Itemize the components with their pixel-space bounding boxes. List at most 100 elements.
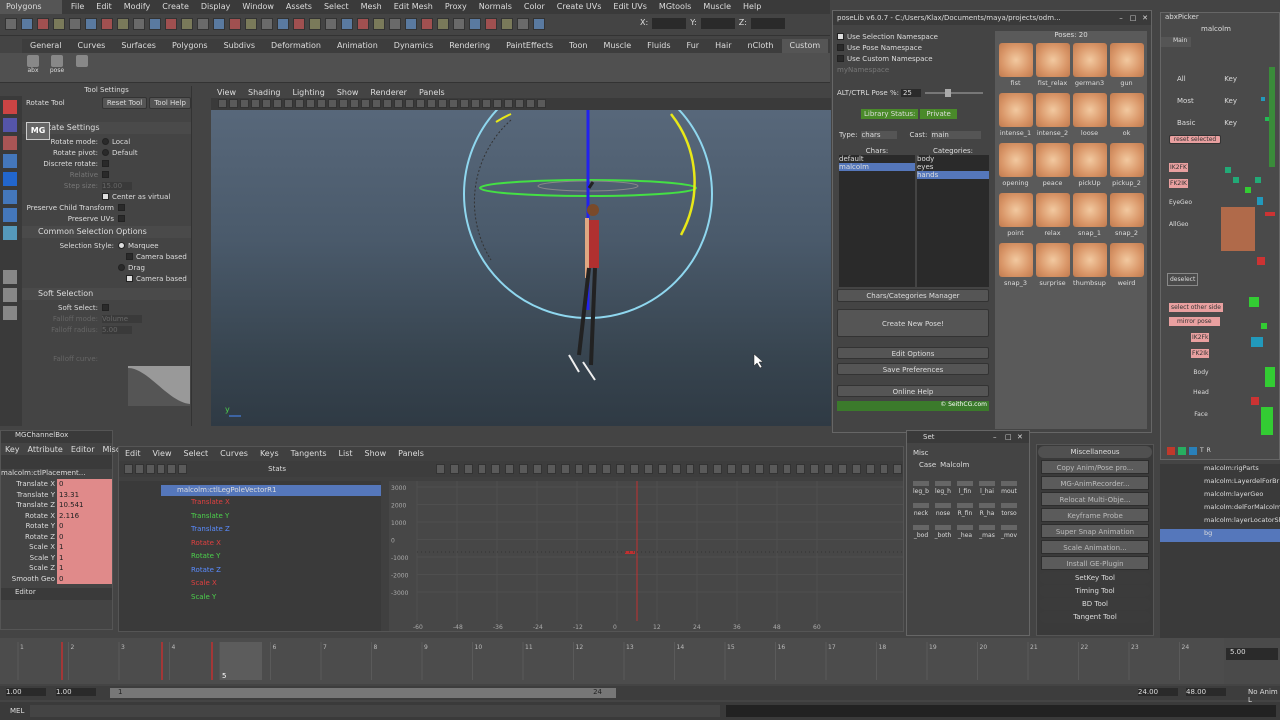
menu-item[interactable]: Create UVs <box>551 0 608 14</box>
channelbox-menu-item[interactable]: Attribute <box>24 443 67 455</box>
graph-tool-icon[interactable] <box>796 464 806 474</box>
graph-menu-item[interactable]: Curves <box>214 447 254 461</box>
graph-tool-icon[interactable] <box>178 464 188 474</box>
fk2ik-button[interactable]: FK2IK <box>1169 179 1188 188</box>
select-tool-icon[interactable] <box>3 100 17 114</box>
viewport-tool-icon[interactable] <box>295 99 304 108</box>
shelf-tab[interactable]: Surfaces <box>113 39 164 53</box>
graph-tool-icon[interactable] <box>740 464 750 474</box>
use-selection-ns-checkbox[interactable] <box>837 33 844 40</box>
edit-options-button[interactable]: Edit Options <box>837 347 989 359</box>
graph-tool-icon[interactable] <box>713 464 723 474</box>
viewport-tool-icon[interactable] <box>427 99 436 108</box>
shelf-tab[interactable]: General <box>22 39 70 53</box>
graph-menu-item[interactable]: View <box>147 447 178 461</box>
maximize-icon[interactable]: □ <box>1127 14 1139 22</box>
status-tool-icon[interactable] <box>229 18 241 30</box>
viewport-menu-item[interactable]: Panels <box>413 86 451 100</box>
menu-item[interactable]: Edit UVs <box>607 0 653 14</box>
misc-tool-button[interactable]: Super Snap Animation <box>1041 524 1149 538</box>
curve-item[interactable]: Scale Y <box>159 591 381 605</box>
channelbox-editor-section[interactable]: Editor <box>1 588 112 600</box>
falloff-radius-field[interactable]: 5.00 <box>102 325 132 334</box>
misc-tool-button[interactable]: Install GE-Plugin <box>1041 556 1149 570</box>
menu-item[interactable]: Help <box>737 0 767 14</box>
menu-item[interactable]: Create <box>156 0 195 14</box>
cat-item-eyes[interactable]: eyes <box>917 163 989 171</box>
pose-thumbnail[interactable]: point <box>997 193 1034 243</box>
status-tool-icon[interactable] <box>309 18 321 30</box>
viewport-tool-icon[interactable] <box>405 99 414 108</box>
layout-single-icon[interactable] <box>3 270 17 284</box>
channel-value[interactable]: 2.116 <box>57 510 112 521</box>
status-tool-icon[interactable] <box>341 18 353 30</box>
graph-menu-item[interactable]: Keys <box>254 447 285 461</box>
status-tool-icon[interactable] <box>469 18 481 30</box>
viewport-tool-icon[interactable] <box>526 99 535 108</box>
status-tool-icon[interactable] <box>69 18 81 30</box>
manip-tool-icon[interactable] <box>3 208 17 222</box>
radio-marquee[interactable] <box>118 242 125 249</box>
viewport-tool-icon[interactable] <box>460 99 469 108</box>
viewport-tool-icon[interactable] <box>229 99 238 108</box>
alt-pose-field[interactable]: 25 <box>900 89 921 97</box>
pose-thumbnail[interactable]: snap_1 <box>1071 193 1108 243</box>
current-time-field[interactable]: 5.00 <box>1226 648 1278 660</box>
graph-tool-icon[interactable] <box>167 464 177 474</box>
set-button[interactable]: R_ha <box>977 503 997 517</box>
pose-thumbnail[interactable]: snap_3 <box>997 243 1034 293</box>
set-button[interactable]: _bod <box>911 525 931 539</box>
graph-tool-icon[interactable] <box>491 464 501 474</box>
graph-tool-icon[interactable] <box>463 464 473 474</box>
viewport-tool-icon[interactable] <box>251 99 260 108</box>
channel-value[interactable]: 0 <box>57 531 112 542</box>
viewport-menu-item[interactable]: View <box>211 86 242 100</box>
set-button[interactable]: l_fin <box>955 481 975 495</box>
discrete-rotate-checkbox[interactable] <box>102 160 109 167</box>
status-tool-icon[interactable] <box>133 18 145 30</box>
set-button[interactable]: _hea <box>955 525 975 539</box>
set-button[interactable]: leg_h <box>933 481 953 495</box>
reset-tool-button[interactable]: Reset Tool <box>101 97 148 109</box>
color-swatch-red[interactable] <box>1167 447 1175 455</box>
graph-tool-icon[interactable] <box>851 464 861 474</box>
body-select-button[interactable]: Body <box>1189 369 1213 376</box>
status-tool-icon[interactable] <box>21 18 33 30</box>
set-button[interactable]: neck <box>911 503 931 517</box>
viewport-menu-item[interactable]: Shading <box>242 86 287 100</box>
graph-tool-icon[interactable] <box>616 464 626 474</box>
set-button[interactable]: R_fin <box>955 503 975 517</box>
graph-tool-icon[interactable] <box>630 464 639 474</box>
channelbox-menu-item[interactable]: Editor <box>67 443 99 455</box>
status-tool-icon[interactable] <box>501 18 513 30</box>
graph-tool-icon[interactable] <box>754 464 764 474</box>
channel-row[interactable]: Smooth Geo 0 <box>1 573 112 584</box>
channel-value[interactable]: 1 <box>57 563 112 574</box>
graph-menu-item[interactable]: Show <box>359 447 393 461</box>
shelf-tab[interactable]: nCloth <box>740 39 782 53</box>
channel-row[interactable]: Scale Z1 <box>1 563 112 574</box>
mirror-pose-button[interactable]: mirror pose <box>1169 317 1220 326</box>
graph-node-item[interactable]: malcolm:ctlLegPoleVectorR1 <box>161 485 381 496</box>
letter-t[interactable]: T <box>1200 447 1204 455</box>
graph-tool-icon[interactable] <box>560 464 570 474</box>
status-tool-icon[interactable] <box>357 18 369 30</box>
channel-value[interactable]: 0 <box>57 479 112 490</box>
relative-checkbox[interactable] <box>102 171 109 178</box>
graph-tool-icon[interactable] <box>727 464 736 474</box>
status-tool-icon[interactable] <box>533 18 545 30</box>
status-tool-icon[interactable] <box>53 18 65 30</box>
cast-select[interactable]: main <box>931 131 982 139</box>
viewport-menu-item[interactable]: Renderer <box>364 86 413 100</box>
shelf-tab[interactable]: Animation <box>329 39 386 53</box>
set-button[interactable]: _both <box>933 525 953 539</box>
channel-value[interactable]: 13.31 <box>57 489 112 500</box>
misc-tool-button[interactable]: Scale Animation... <box>1041 540 1149 554</box>
pose-thumbnail[interactable]: weird <box>1108 243 1145 293</box>
end-time-field[interactable]: 48.00 <box>1186 688 1226 696</box>
viewport-tool-icon[interactable] <box>218 99 227 108</box>
pose-thumbnail[interactable]: fist_relax <box>1034 43 1071 93</box>
status-tool-icon[interactable] <box>517 18 529 30</box>
ik2fk-button[interactable]: IK2FK <box>1169 163 1188 172</box>
deselect-button[interactable]: deselect <box>1167 273 1199 286</box>
